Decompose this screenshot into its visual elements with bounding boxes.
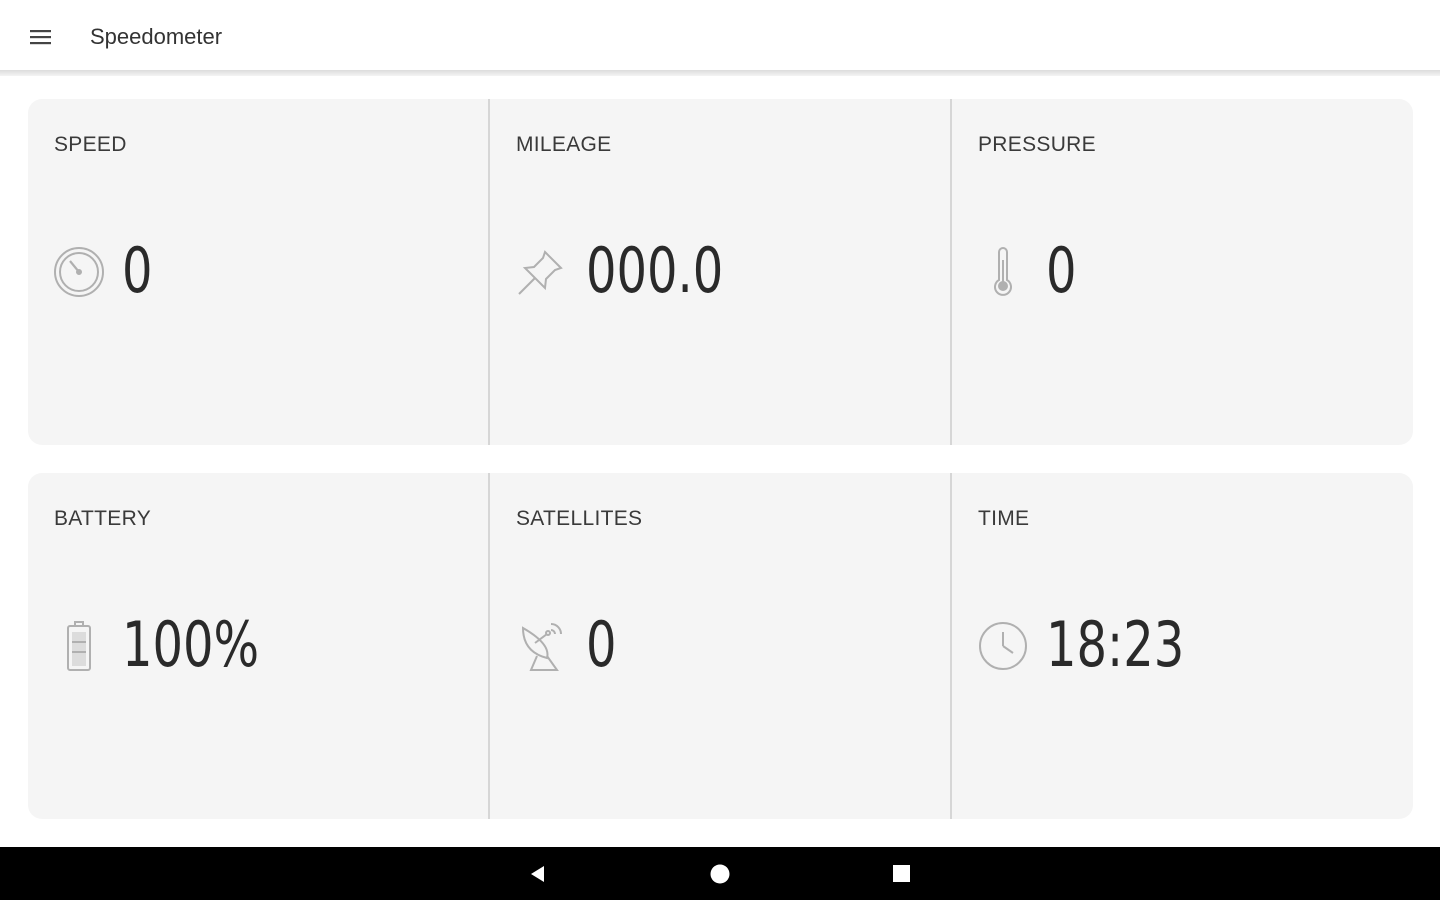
app-title: Speedometer xyxy=(90,24,223,49)
tile-time[interactable]: TIME 18:23 xyxy=(950,473,1413,819)
stats-card-top: SPEED 0 MILEAGE 000.0 PRESSURE 0 xyxy=(28,99,1413,445)
tile-value: 100% xyxy=(122,608,260,681)
clock-icon xyxy=(976,619,1030,673)
satellite-dish-icon xyxy=(514,619,568,673)
app-bar: Speedometer xyxy=(0,0,1440,72)
tile-label: SPEED xyxy=(54,133,127,156)
tile-satellites[interactable]: SATELLITES 0 xyxy=(488,473,950,819)
recents-icon[interactable] xyxy=(885,857,919,891)
tile-battery[interactable]: BATTERY 100% xyxy=(28,473,488,819)
back-icon[interactable] xyxy=(521,857,555,891)
tile-label: SATELLITES xyxy=(516,507,643,530)
app-bar-divider xyxy=(0,70,1440,76)
home-icon[interactable] xyxy=(703,857,737,891)
system-navigation-bar xyxy=(0,847,1440,900)
tile-value: 18:23 xyxy=(1046,608,1185,681)
stats-card-bottom: BATTERY 100% SATELLITES 0 TIME 18:23 xyxy=(28,473,1413,819)
battery-icon xyxy=(52,619,106,673)
pushpin-icon xyxy=(514,245,568,299)
tile-value: 0 xyxy=(122,234,153,307)
tile-value: 0 xyxy=(586,608,617,681)
tile-label: BATTERY xyxy=(54,507,152,530)
tile-value: 0 xyxy=(1046,234,1077,307)
tile-label: PRESSURE xyxy=(978,133,1096,156)
hamburger-menu-icon[interactable] xyxy=(20,16,62,58)
tile-label: TIME xyxy=(978,507,1030,530)
tile-label: MILEAGE xyxy=(516,133,612,156)
tile-value: 000.0 xyxy=(586,234,724,307)
thermometer-icon xyxy=(976,245,1030,299)
tile-pressure[interactable]: PRESSURE 0 xyxy=(950,99,1413,445)
tile-speed[interactable]: SPEED 0 xyxy=(28,99,488,445)
speedometer-gauge-icon xyxy=(52,245,106,299)
tile-mileage[interactable]: MILEAGE 000.0 xyxy=(488,99,950,445)
